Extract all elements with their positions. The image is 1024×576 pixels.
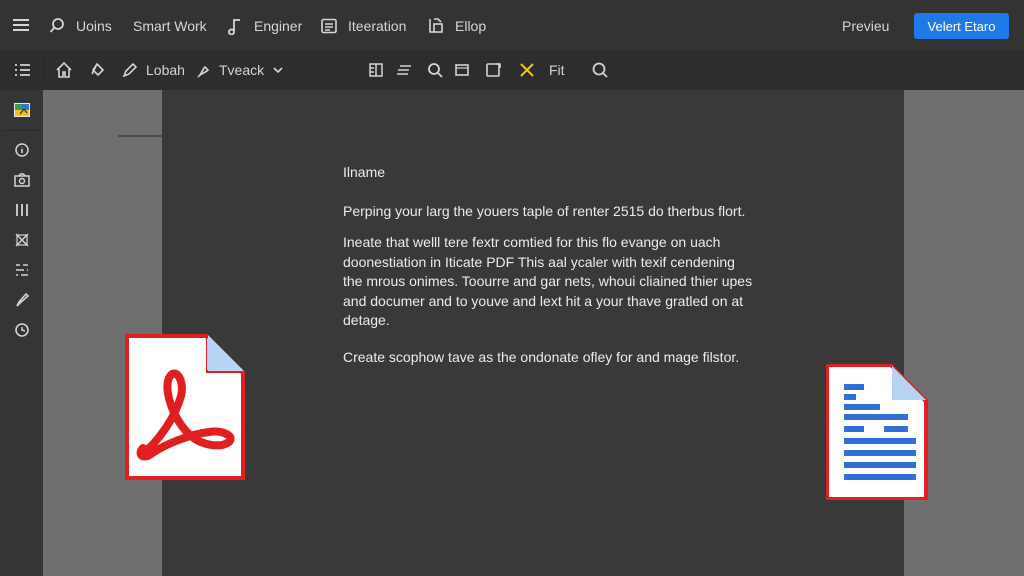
columns-icon: [366, 60, 386, 80]
paragraph-line: detage.: [343, 312, 390, 328]
list-view-button[interactable]: [12, 59, 32, 81]
document-heading: Ilname: [343, 164, 386, 180]
image-thumbnail-icon[interactable]: [12, 100, 32, 120]
nav-item-iteeration[interactable]: Iteeration: [320, 13, 406, 39]
tool-lobah[interactable]: Lobah: [120, 59, 185, 81]
tool-label: Tveack: [219, 62, 265, 78]
primary-action-button[interactable]: Velert Etaro: [914, 13, 1009, 39]
bars-icon[interactable]: [12, 200, 32, 220]
hamburger-menu-icon[interactable]: [10, 15, 34, 37]
home-icon: [54, 60, 74, 80]
adjust-icon[interactable]: [12, 260, 32, 280]
lasso-icon: [87, 60, 107, 80]
left-sidebar: [0, 90, 43, 576]
align-lines-icon: [394, 60, 414, 80]
nav-item-label: Smart Work: [133, 18, 207, 34]
search-icon: [48, 17, 66, 35]
pdf-file-icon[interactable]: [123, 332, 247, 482]
close-tool-button[interactable]: [517, 59, 537, 81]
paragraph-line: and documer and to youve and lext hit a …: [343, 292, 744, 309]
toolbar-divider: [44, 56, 45, 84]
music-note-icon: [226, 17, 244, 35]
document-paragraph: Perping your larg the youers taple of re…: [343, 203, 746, 219]
text-document-file-icon[interactable]: [824, 362, 930, 502]
shape-tool-button[interactable]: [87, 59, 107, 81]
nav-item-label: Ellop: [455, 18, 487, 34]
close-icon: [517, 60, 537, 80]
note-edit-icon: [484, 60, 504, 80]
document-page: [162, 90, 904, 576]
fit-button[interactable]: Fit: [549, 59, 565, 81]
pen-icon: [120, 60, 140, 80]
crop-icon[interactable]: [12, 230, 32, 250]
history-icon[interactable]: [12, 320, 32, 340]
paragraph-line: doonestiation in Iticate PDF This aal yc…: [343, 253, 735, 270]
document-paragraph: Create scophow tave as the ondonate ofle…: [343, 349, 740, 365]
camera-icon[interactable]: [12, 170, 32, 190]
document-paragraph: Ineate that welll tere fextr comtied for…: [343, 233, 752, 331]
chevron-down-icon: [268, 60, 288, 80]
pencil-icon: [195, 60, 215, 80]
export-icon: [427, 17, 445, 35]
search-button[interactable]: [425, 59, 445, 81]
zoom-button[interactable]: [590, 59, 610, 81]
frame-icon: [452, 60, 472, 80]
editor-toolbar: Lobah Tveack ▼: [0, 50, 1024, 137]
top-navigation-bar: Uoins Smart Work Enginer Iteeration Ello…: [0, 0, 1024, 50]
info-icon[interactable]: [12, 140, 32, 160]
paragraph-line: Ineate that welll tere fextr comtied for…: [343, 234, 721, 250]
nav-item-ellop[interactable]: Ellop: [427, 13, 486, 39]
fit-label: Fit: [549, 62, 565, 78]
frame-button[interactable]: [452, 59, 472, 81]
nav-item-uoins[interactable]: Uoins: [48, 13, 112, 39]
tool-tveack-dropdown[interactable]: Tveack: [195, 59, 288, 81]
preview-button[interactable]: Previeu: [842, 13, 889, 39]
sidebar-divider: [4, 130, 39, 131]
nav-item-label: Iteeration: [348, 18, 407, 34]
nav-item-label: Uoins: [76, 18, 112, 34]
align-button[interactable]: [394, 59, 414, 81]
search-icon: [425, 60, 445, 80]
paragraph-line: the mrous onimes. Toourre and gar nets, …: [343, 273, 753, 289]
columns-button[interactable]: [366, 59, 386, 81]
note-button[interactable]: [484, 59, 504, 81]
nav-item-smart-work[interactable]: Smart Work: [133, 13, 207, 39]
nav-item-enginer[interactable]: Enginer: [226, 13, 302, 39]
nav-item-label: Enginer: [254, 18, 303, 34]
magnifier-icon: [590, 60, 610, 80]
document-list-icon: [320, 17, 338, 35]
brush-icon[interactable]: [12, 290, 32, 310]
list-icon: [12, 60, 32, 80]
tool-label: Lobah: [146, 62, 185, 78]
home-button[interactable]: [54, 59, 74, 81]
